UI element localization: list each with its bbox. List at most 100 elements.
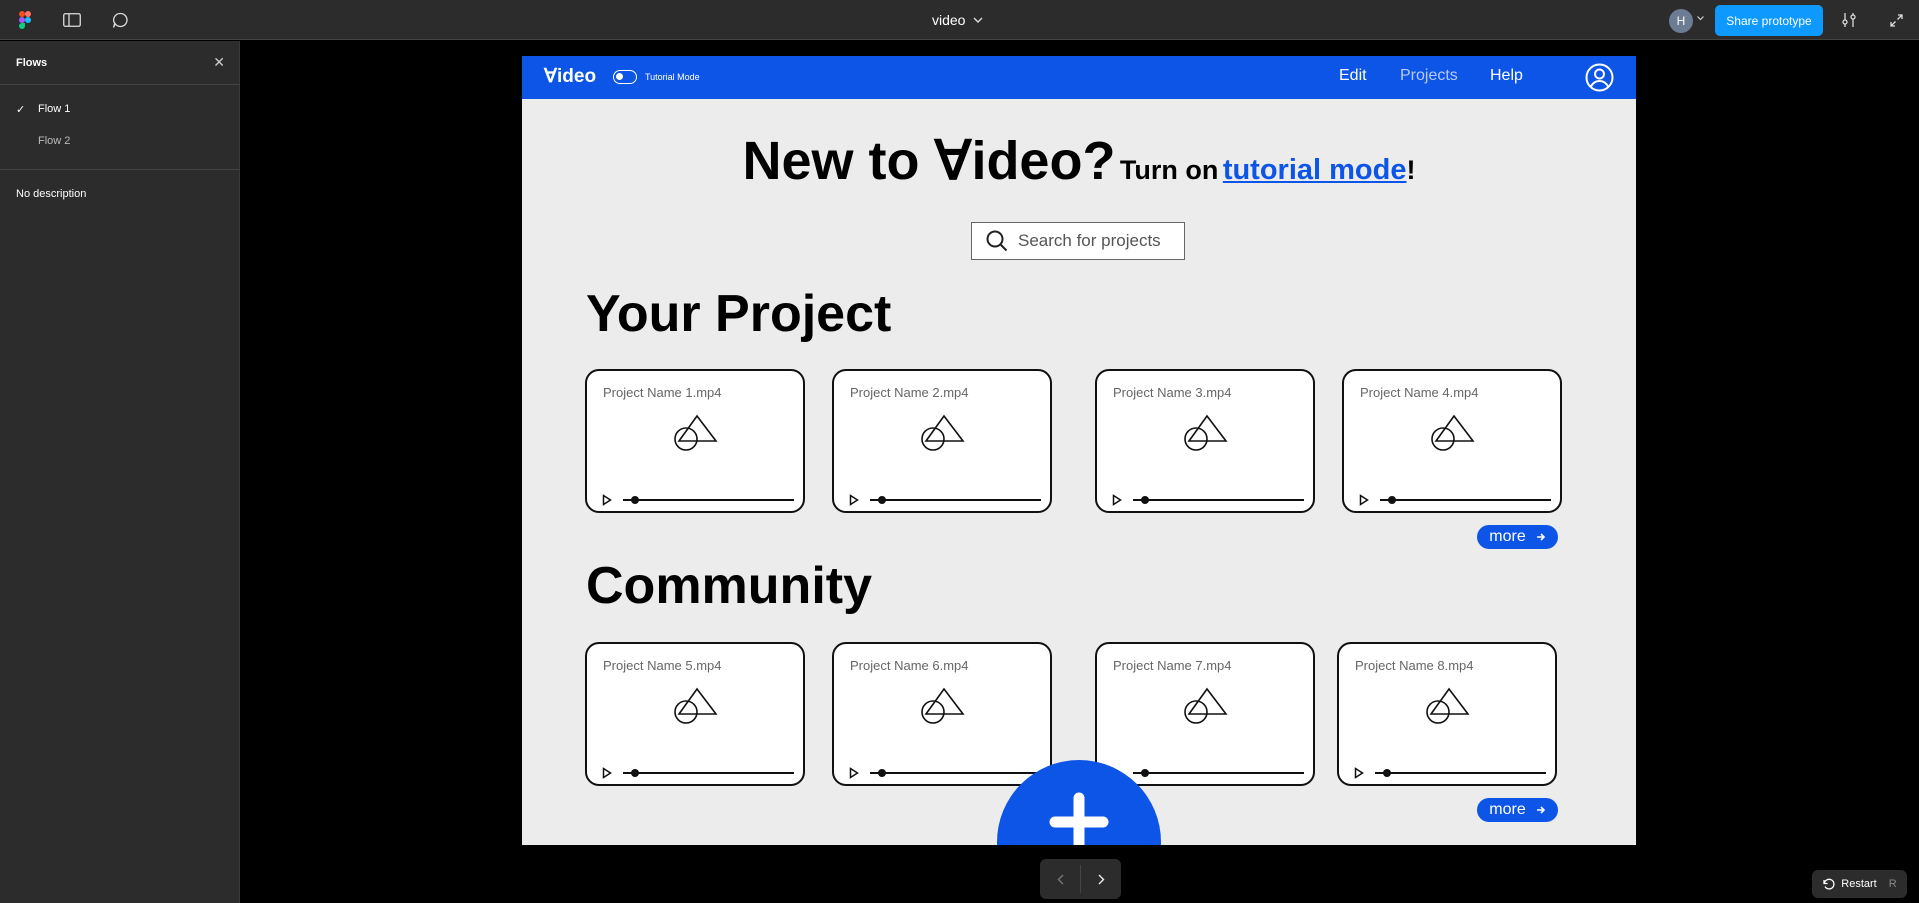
playback-progress-track[interactable] (1133, 772, 1304, 774)
figma-logo-icon[interactable] (14, 0, 36, 40)
more-label: more (1489, 801, 1526, 818)
playback-scrubber-handle[interactable] (1141, 496, 1149, 504)
restart-icon (1823, 878, 1835, 890)
playback-progress-track[interactable] (623, 772, 794, 774)
project-card[interactable]: Project Name 7.mp4 (1095, 642, 1315, 786)
flows-list: ✓ Flow 1 Flow 2 (0, 85, 239, 170)
next-frame-button[interactable] (1081, 859, 1121, 899)
plus-icon (1049, 792, 1109, 845)
flow-item-2[interactable]: Flow 2 (0, 125, 239, 157)
flow-item-label: Flow 2 (38, 135, 71, 147)
nav-help-link[interactable]: Help (1490, 67, 1523, 85)
media-placeholder-icon (1431, 414, 1475, 451)
hero-headline: New to ∀ideo? (742, 131, 1116, 191)
top-toolbar: video H Share prototype (0, 0, 1919, 40)
project-card[interactable]: Project Name 6.mp4 (832, 642, 1052, 786)
chevron-right-icon (1098, 874, 1104, 884)
media-placeholder-icon (1184, 414, 1228, 451)
play-icon[interactable] (849, 767, 859, 779)
hero-heading: New to ∀ideo? Turn on tutorial mode! (522, 129, 1636, 192)
app-brand[interactable]: ∀ideo (544, 65, 596, 88)
project-card-name: Project Name 8.mp4 (1355, 658, 1474, 673)
flows-panel-title: Flows (16, 56, 48, 69)
playback-progress-track[interactable] (1375, 772, 1546, 774)
project-card-name: Project Name 3.mp4 (1113, 385, 1232, 400)
document-title[interactable]: video (932, 0, 983, 40)
project-card[interactable]: Project Name 3.mp4 (1095, 369, 1315, 513)
project-card-name: Project Name 6.mp4 (850, 658, 969, 673)
project-card-name: Project Name 4.mp4 (1360, 385, 1479, 400)
media-placeholder-icon (1426, 687, 1470, 724)
hero-prefix: Turn on (1119, 155, 1219, 185)
play-icon[interactable] (1112, 494, 1122, 506)
comment-icon[interactable] (107, 0, 133, 40)
media-placeholder-icon (674, 687, 718, 724)
more-label: more (1489, 528, 1526, 545)
playback-scrubber-handle[interactable] (631, 769, 639, 777)
search-icon (986, 230, 1008, 252)
media-placeholder-icon (921, 687, 965, 724)
sidebar-toggle-icon[interactable] (59, 0, 85, 40)
media-placeholder-icon (1184, 687, 1228, 724)
close-icon[interactable]: ✕ (213, 54, 225, 71)
your-projects-more-button[interactable]: more (1477, 525, 1558, 549)
app-navbar: ∀ideo Tutorial Mode Edit Projects Help (522, 56, 1636, 99)
playback-scrubber-handle[interactable] (878, 496, 886, 504)
play-icon[interactable] (602, 767, 612, 779)
restart-button[interactable]: Restart R (1812, 870, 1907, 898)
prototype-frame: ∀ideo Tutorial Mode Edit Projects Help N… (522, 56, 1636, 845)
settings-sliders-icon[interactable] (1836, 0, 1862, 40)
search-input[interactable] (1018, 231, 1178, 251)
project-card[interactable]: Project Name 5.mp4 (585, 642, 805, 786)
playback-scrubber-handle[interactable] (878, 769, 886, 777)
playback-progress-track[interactable] (1133, 499, 1304, 501)
check-icon: ✓ (16, 103, 26, 116)
playback-scrubber-handle[interactable] (631, 496, 639, 504)
community-more-button[interactable]: more (1477, 798, 1558, 822)
arrow-right-icon (1536, 806, 1545, 814)
flow-item-label: Flow 1 (38, 103, 71, 115)
project-card[interactable]: Project Name 8.mp4 (1337, 642, 1557, 786)
nav-edit-link[interactable]: Edit (1339, 67, 1367, 85)
media-placeholder-icon (921, 414, 965, 451)
play-icon[interactable] (602, 494, 612, 506)
project-card[interactable]: Project Name 2.mp4 (832, 369, 1052, 513)
document-title-label: video (932, 12, 966, 28)
nav-projects-link[interactable]: Projects (1400, 67, 1458, 85)
avatar[interactable]: H (1669, 9, 1693, 33)
restart-shortcut: R (1888, 878, 1897, 890)
play-icon[interactable] (849, 494, 859, 506)
your-project-title: Your Project (586, 285, 892, 343)
tutorial-mode-label: Tutorial Mode (645, 72, 700, 82)
play-icon[interactable] (1354, 767, 1364, 779)
playback-scrubber-handle[interactable] (1388, 496, 1396, 504)
flows-panel: Flows ✕ ✓ Flow 1 Flow 2 No description (0, 41, 240, 903)
caret-down-icon[interactable] (1697, 16, 1704, 21)
media-placeholder-icon (674, 414, 718, 451)
user-profile-icon[interactable] (1585, 63, 1614, 92)
project-card-name: Project Name 7.mp4 (1113, 658, 1232, 673)
expand-icon[interactable] (1883, 0, 1909, 40)
playback-progress-track[interactable] (623, 499, 794, 501)
chevron-down-icon (973, 17, 983, 23)
project-card-name: Project Name 5.mp4 (603, 658, 722, 673)
project-card-name: Project Name 1.mp4 (603, 385, 722, 400)
project-card[interactable]: Project Name 1.mp4 (585, 369, 805, 513)
tutorial-mode-toggle[interactable] (613, 70, 637, 84)
project-card[interactable]: Project Name 4.mp4 (1342, 369, 1562, 513)
prototype-pager (1040, 859, 1121, 899)
share-prototype-button[interactable]: Share prototype (1715, 5, 1823, 36)
playback-progress-track[interactable] (870, 772, 1041, 774)
playback-scrubber-handle[interactable] (1141, 769, 1149, 777)
hero-suffix: ! (1406, 155, 1416, 185)
previous-frame-button[interactable] (1040, 859, 1080, 899)
playback-progress-track[interactable] (1380, 499, 1551, 501)
search-box[interactable] (971, 222, 1185, 260)
restart-label: Restart (1841, 878, 1877, 890)
playback-scrubber-handle[interactable] (1383, 769, 1391, 777)
flow-item-1[interactable]: ✓ Flow 1 (0, 93, 239, 125)
tutorial-mode-link[interactable]: tutorial mode (1223, 154, 1407, 186)
playback-progress-track[interactable] (870, 499, 1041, 501)
play-icon[interactable] (1359, 494, 1369, 506)
flows-panel-header: Flows ✕ (0, 41, 239, 85)
